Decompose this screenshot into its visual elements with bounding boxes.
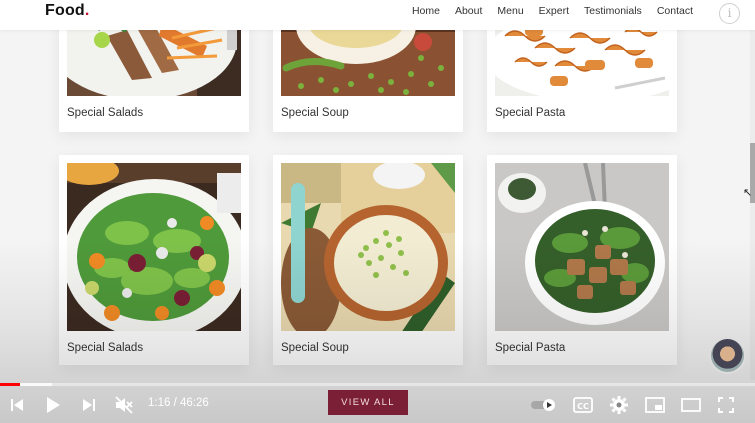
nav-about[interactable]: About: [455, 5, 482, 17]
previous-icon[interactable]: [9, 397, 25, 413]
brand-dot: .: [84, 2, 90, 19]
menu-card[interactable]: Special Soup: [273, 155, 463, 365]
brand-name: Food: [45, 2, 85, 19]
nav-contact[interactable]: Contact: [657, 5, 693, 17]
progress-played: [0, 383, 21, 386]
card-title: Special Salads: [67, 107, 144, 119]
pasta-image: [495, 163, 669, 331]
play-icon[interactable]: [45, 396, 61, 414]
nav-home[interactable]: Home: [412, 5, 440, 17]
channel-avatar[interactable]: [709, 337, 746, 374]
theater-mode-icon[interactable]: [681, 398, 701, 412]
brand-logo[interactable]: Food.: [45, 2, 90, 20]
mouse-cursor-icon: ↖: [743, 187, 753, 199]
menu-card[interactable]: Special Soup: [273, 18, 463, 132]
card-title: Special Pasta: [495, 107, 566, 119]
video-progress-bar[interactable]: [0, 383, 755, 386]
salad-image: [67, 163, 241, 331]
menu-card[interactable]: Special Pasta: [487, 18, 677, 132]
autoplay-toggle-icon[interactable]: [530, 398, 558, 412]
nav-testimonials[interactable]: Testimonials: [584, 5, 642, 17]
nav-menu[interactable]: Menu: [497, 5, 523, 17]
menu-card[interactable]: Special Pasta: [487, 155, 677, 365]
time-display: 1:16 / 46:26: [148, 397, 209, 409]
card-title: Special Soup: [281, 107, 349, 119]
info-icon[interactable]: i: [719, 3, 740, 24]
card-title: Special Soup: [281, 342, 349, 354]
next-icon[interactable]: [81, 397, 97, 413]
page-scrollbar-track[interactable]: [750, 30, 755, 380]
mute-icon[interactable]: [114, 395, 134, 415]
menu-card[interactable]: Special Salads: [59, 18, 249, 132]
svg-text:CC: CC: [577, 402, 589, 411]
view-all-button[interactable]: VIEW ALL: [328, 390, 408, 415]
card-title: Special Pasta: [495, 342, 566, 354]
site-navbar: Food. Home About Menu Expert Testimonial…: [0, 0, 755, 30]
main-nav: Home About Menu Expert Testimonials Cont…: [412, 5, 693, 17]
menu-card[interactable]: Special Salads: [59, 155, 249, 365]
soup-image: [281, 163, 455, 331]
settings-gear-icon[interactable]: [610, 396, 628, 414]
fullscreen-icon[interactable]: [718, 397, 734, 413]
card-title: Special Salads: [67, 342, 144, 354]
nav-expert[interactable]: Expert: [539, 5, 569, 17]
captions-icon[interactable]: CC: [573, 397, 593, 413]
miniplayer-icon[interactable]: [645, 397, 665, 413]
